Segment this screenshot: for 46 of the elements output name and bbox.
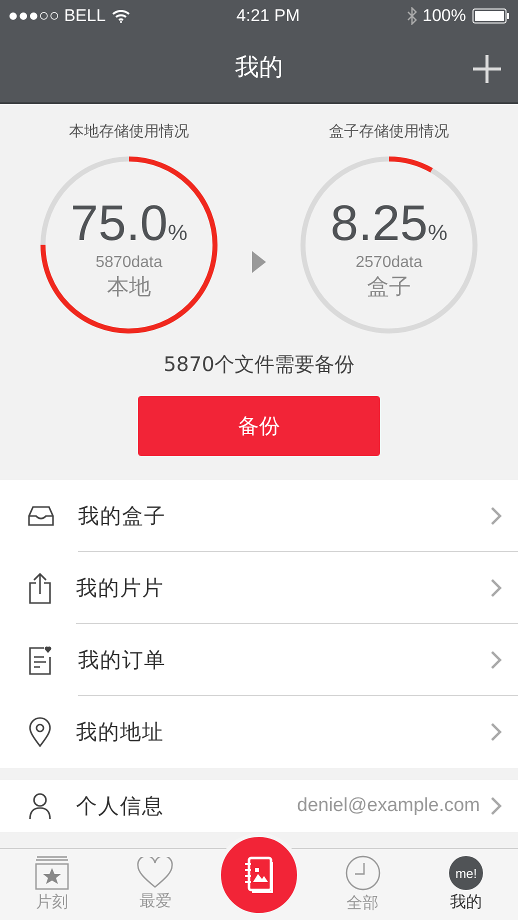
carrier-label: ●●●○○ BELL	[8, 6, 106, 26]
chevron-right-icon	[490, 796, 502, 816]
menu-item[interactable]: 我的订单	[0, 624, 518, 696]
menu-label: 个人信息	[76, 793, 164, 820]
menu-label: 我的地址	[76, 719, 164, 746]
gauge-label: 盒子	[367, 274, 411, 302]
usage-percent: 75.0%	[70, 198, 188, 248]
chevron-right-icon	[490, 506, 502, 526]
wifi-icon	[112, 10, 130, 22]
bluetooth-icon	[406, 7, 416, 25]
receipt-icon	[28, 645, 54, 675]
star-card-icon	[34, 856, 70, 890]
data-count: 5870data	[96, 254, 162, 272]
person-icon	[28, 792, 52, 820]
gauge-label: 本地	[107, 274, 151, 302]
play-arrow-icon	[251, 250, 267, 274]
battery-icon	[472, 8, 510, 24]
chevron-right-icon	[490, 650, 502, 670]
menu-item[interactable]: 我的盒子	[0, 480, 518, 552]
photo-album-icon	[242, 856, 275, 894]
chevron-right-icon	[490, 578, 502, 598]
heart-icon	[136, 857, 174, 889]
battery-percent: 100%	[422, 6, 466, 26]
backup-message: 5870个文件需要备份	[164, 351, 354, 378]
menu-label: 我的片片	[76, 574, 164, 602]
gauge-title: 盒子存储使用情况	[329, 122, 449, 141]
menu-item[interactable]: 我的地址	[0, 696, 518, 768]
share-icon	[28, 572, 52, 604]
gauge-title: 本地存储使用情况	[69, 122, 189, 141]
profile-item[interactable]: 个人信息 deniel@example.com	[0, 780, 518, 832]
email-value: deniel@example.com	[297, 795, 480, 817]
status-time: 4:21 PM	[236, 6, 300, 26]
add-icon[interactable]	[472, 54, 502, 84]
backup-button[interactable]: 备份	[138, 396, 380, 456]
menu-label: 我的盒子	[78, 502, 166, 530]
data-count: 2570data	[356, 254, 422, 272]
page-title: 我的	[235, 52, 283, 83]
chevron-right-icon	[490, 722, 502, 742]
tray-icon	[28, 506, 54, 526]
menu-label: 我的订单	[78, 646, 166, 674]
me-badge: me!	[449, 856, 484, 890]
location-pin-icon	[28, 717, 52, 747]
clock-icon	[344, 855, 381, 891]
usage-percent: 8.25%	[330, 198, 448, 248]
menu-item[interactable]: 我的片片	[0, 552, 518, 624]
tab[interactable]: me! 我的	[414, 849, 518, 920]
